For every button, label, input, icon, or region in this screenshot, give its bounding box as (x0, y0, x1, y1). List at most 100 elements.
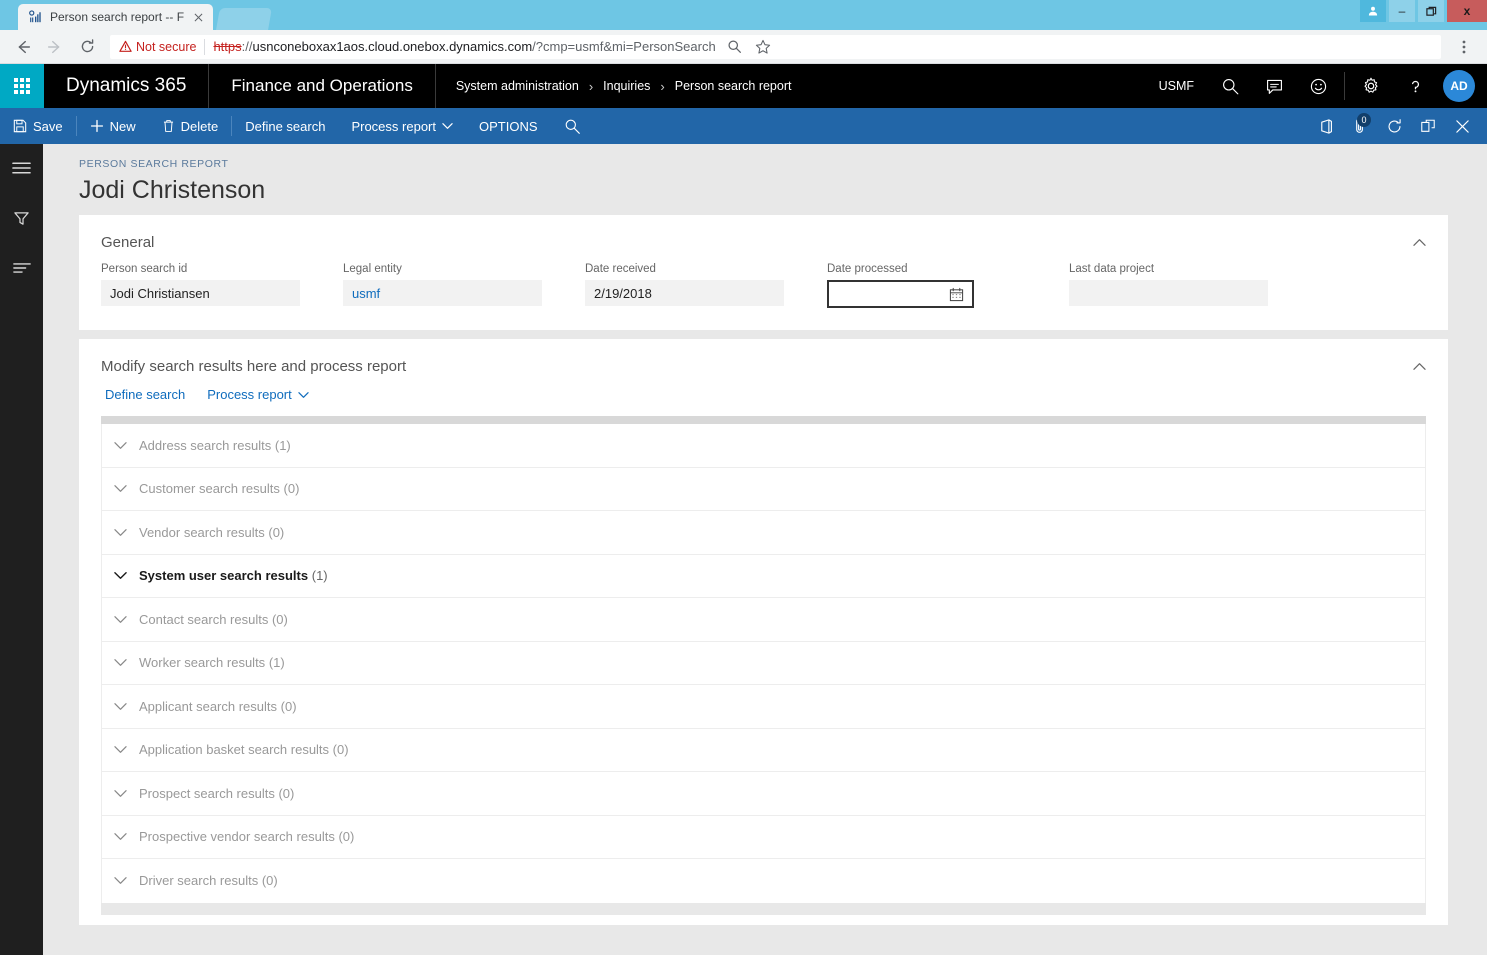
plus-icon (90, 119, 103, 133)
accordion-row-application-basket[interactable]: Application basket search results (0) (102, 729, 1425, 772)
accordion-row-system-user[interactable]: System user search results (1) (102, 555, 1425, 598)
accordion-row-address[interactable]: Address search results (1) (102, 424, 1425, 468)
row-count: (0) (271, 611, 288, 627)
filter-funnel-icon[interactable] (7, 204, 37, 232)
chevron-down-icon[interactable] (114, 571, 127, 580)
omnibox-actions (722, 34, 776, 60)
row-count: (1) (311, 568, 328, 584)
row-count: (1) (268, 655, 285, 671)
save-icon (13, 119, 27, 133)
settings-gear-icon[interactable] (1349, 64, 1393, 108)
refresh-icon[interactable] (1377, 108, 1411, 144)
chevron-down-icon (298, 391, 309, 398)
breadcrumb-item-inquiries[interactable]: Inquiries (603, 79, 650, 93)
accordion-row-applicant[interactable]: Applicant search results (0) (102, 685, 1425, 729)
hamburger-menu-icon[interactable] (7, 154, 37, 182)
chevron-down-icon[interactable] (114, 484, 127, 493)
close-icon[interactable] (1445, 108, 1479, 144)
field-label: Last data project (1069, 263, 1155, 275)
window-minimize-button[interactable]: – (1389, 0, 1415, 22)
delete-button[interactable]: Delete (149, 108, 232, 144)
browser-toolbar: Not secure https://usnconeboxax1aos.clou… (0, 30, 1487, 64)
accordion-row-vendor[interactable]: Vendor search results (0) (102, 511, 1425, 555)
row-label-text: System user search results (139, 568, 309, 584)
define-search-link[interactable]: Define search (105, 387, 185, 402)
accordion-row-prospect[interactable]: Prospect search results (0) (102, 772, 1425, 816)
chevron-down-icon[interactable] (114, 702, 127, 711)
reload-icon[interactable] (74, 34, 100, 60)
date-processed-input[interactable] (827, 280, 974, 308)
tab-close-icon[interactable] (191, 10, 205, 24)
save-button[interactable]: Save (0, 108, 76, 144)
window-account-icon[interactable] (1360, 0, 1386, 22)
browser-tab[interactable]: Person search report -- F (18, 4, 214, 30)
general-section-header[interactable]: General (79, 215, 1448, 261)
bookmark-star-icon[interactable] (750, 34, 776, 60)
page-content: PERSON SEARCH REPORT Jodi Christenson Ge… (43, 144, 1487, 955)
person-search-id-input[interactable]: Jodi Christiansen (101, 280, 300, 306)
chevron-down-icon[interactable] (114, 789, 127, 798)
legal-entity-input[interactable]: usmf (343, 280, 542, 306)
last-data-project-input (1069, 280, 1268, 306)
accordion-row-driver[interactable]: Driver search results (0) (102, 859, 1425, 903)
browser-menu-icon[interactable] (1451, 34, 1477, 60)
field-date-received: Date received 2/19/2018 (585, 263, 827, 308)
define-search-button[interactable]: Define search (232, 108, 338, 144)
feedback-smiley-icon[interactable] (1296, 64, 1340, 108)
open-in-new-window-icon[interactable] (1411, 108, 1445, 144)
brand-name[interactable]: Dynamics 365 (44, 64, 210, 108)
process-report-link[interactable]: Process report (207, 387, 309, 402)
address-bar[interactable]: Not secure https://usnconeboxax1aos.clou… (110, 34, 1441, 60)
date-received-input[interactable]: 2/19/2018 (585, 280, 784, 306)
url-separator: :// (241, 39, 253, 54)
accordion-row-customer[interactable]: Customer search results (0) (102, 468, 1425, 511)
search-icon[interactable] (1208, 64, 1252, 108)
accordion-row-label: Driver search results (0) (139, 873, 278, 888)
process-report-menu-button[interactable]: Process report (338, 108, 466, 144)
window-maximize-button[interactable] (1418, 0, 1444, 22)
help-question-icon[interactable] (1393, 64, 1437, 108)
app-header: Dynamics 365 Finance and Operations Syst… (0, 64, 1487, 108)
company-selector[interactable]: USMF (1145, 79, 1208, 93)
page-header: PERSON SEARCH REPORT Jodi Christenson (43, 144, 1487, 215)
accordion-row-label: Prospective vendor search results (0) (139, 829, 354, 844)
row-label-text: Prospect search results (139, 785, 275, 801)
row-count: (0) (261, 873, 278, 889)
chevron-down-icon[interactable] (114, 615, 127, 624)
chevron-down-icon[interactable] (114, 876, 127, 885)
accordion-row-contact[interactable]: Contact search results (0) (102, 598, 1425, 642)
new-label: New (109, 118, 136, 134)
back-arrow-icon[interactable] (10, 34, 36, 60)
list-view-icon[interactable] (7, 254, 37, 282)
office-app-icon[interactable] (1309, 108, 1343, 144)
accordion-row-prospective-vendor[interactable]: Prospective vendor search results (0) (102, 816, 1425, 859)
app-module-name[interactable]: Finance and Operations (209, 64, 436, 108)
avatar[interactable]: AD (1443, 70, 1475, 102)
chevron-up-icon[interactable] (1408, 355, 1430, 377)
chevron-down-icon[interactable] (114, 658, 127, 667)
chevron-down-icon[interactable] (114, 745, 127, 754)
chevron-down-icon[interactable] (114, 832, 127, 841)
app-launcher-icon[interactable] (0, 64, 44, 108)
not-secure-indicator[interactable]: Not secure (119, 40, 196, 54)
search-results-section-title: Modify search results here and process r… (101, 357, 407, 375)
toolbar-search-icon[interactable] (551, 108, 594, 144)
breadcrumb-item-system-administration[interactable]: System administration (456, 79, 579, 93)
attachments-button[interactable]: 0 (1343, 108, 1377, 144)
row-label-text: Address search results (139, 437, 272, 453)
breadcrumb-item-person-search-report[interactable]: Person search report (675, 79, 792, 93)
row-label-text: Applicant search results (139, 698, 278, 714)
accordion-row-worker[interactable]: Worker search results (1) (102, 642, 1425, 685)
window-close-button[interactable]: x (1447, 0, 1487, 22)
calendar-icon[interactable] (949, 287, 964, 302)
new-tab-button[interactable] (216, 8, 272, 30)
chevron-down-icon[interactable] (114, 528, 127, 537)
search-results-section-header[interactable]: Modify search results here and process r… (79, 339, 1448, 385)
message-icon[interactable] (1252, 64, 1296, 108)
chevron-up-icon[interactable] (1408, 231, 1430, 253)
new-button[interactable]: New (77, 108, 149, 144)
options-button[interactable]: OPTIONS (466, 108, 551, 144)
horizontal-scrollbar[interactable] (101, 416, 1426, 424)
page-search-icon[interactable] (722, 34, 748, 60)
chevron-down-icon[interactable] (114, 441, 127, 450)
